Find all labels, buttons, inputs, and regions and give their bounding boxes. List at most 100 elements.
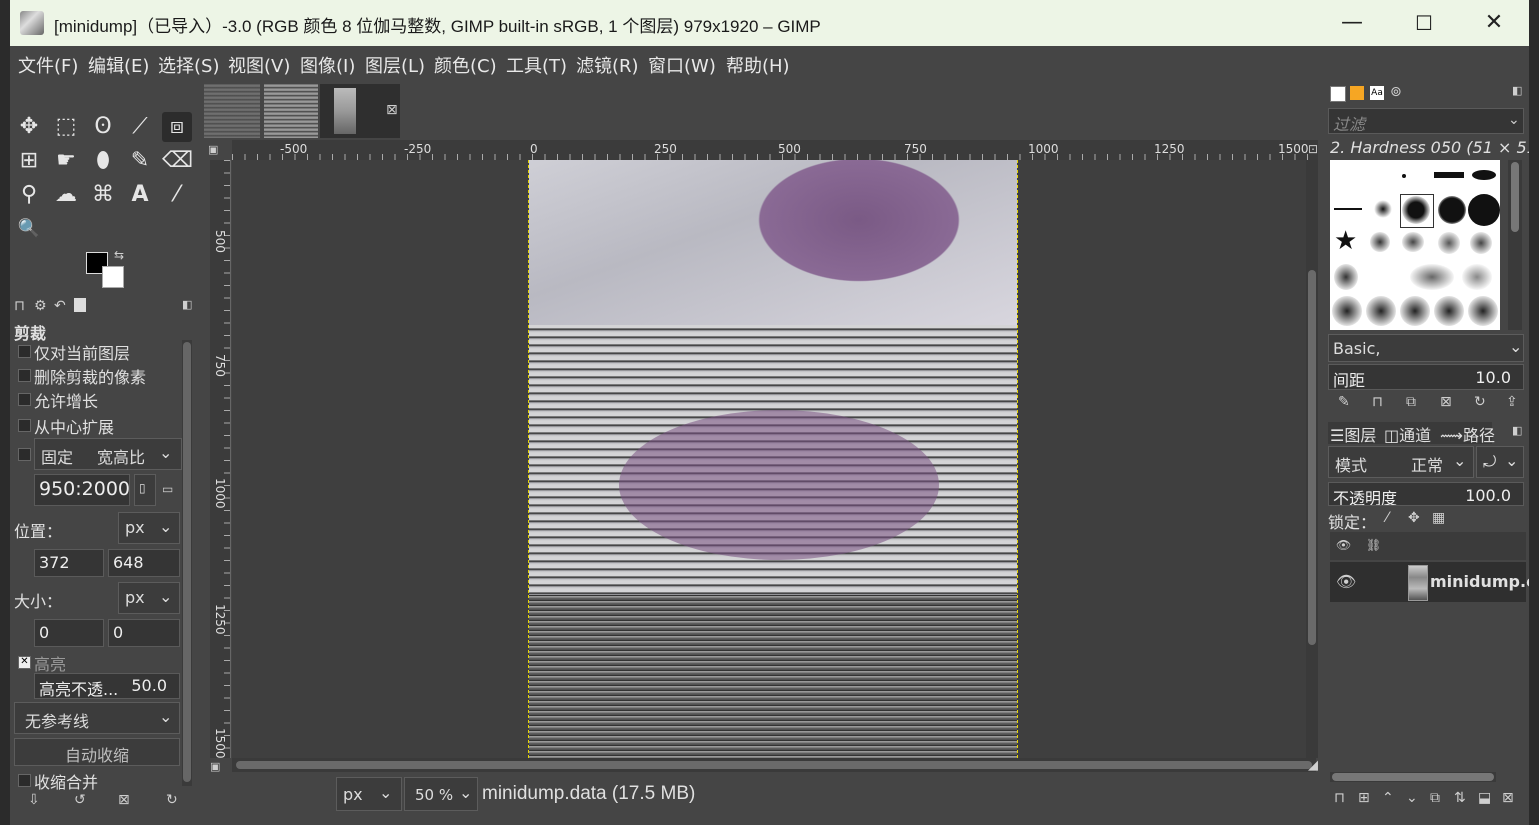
eye-icon[interactable]: 👁: [1336, 572, 1356, 591]
transform-tool-icon[interactable]: ⊞: [14, 146, 44, 176]
duplicate-layer-icon[interactable]: ⧉: [1430, 790, 1440, 806]
shrink-merged-checkbox[interactable]: [18, 774, 31, 787]
auto-shrink-button[interactable]: 自动收缩: [14, 738, 180, 766]
edit-brush-icon[interactable]: ✎: [1338, 394, 1350, 410]
image-canvas[interactable]: [232, 160, 1316, 758]
brush-filter-input[interactable]: 过滤: [1328, 108, 1524, 134]
menu-image[interactable]: 图像(I): [300, 52, 355, 78]
image-tab-2[interactable]: [264, 84, 318, 138]
brush-spacing-slider[interactable]: 间距 10.0: [1328, 364, 1524, 390]
undo-history-tab-icon[interactable]: ↶: [54, 298, 66, 314]
warp-tool-icon[interactable]: ☛: [51, 146, 81, 176]
fonts-tab-icon[interactable]: Aa: [1370, 86, 1384, 100]
open-brush-icon[interactable]: ⇪: [1506, 394, 1518, 410]
paths-tool-icon[interactable]: ⌘: [88, 180, 118, 210]
position-unit-dropdown[interactable]: px ⌄: [118, 512, 180, 544]
unit-dropdown[interactable]: px ⌄: [336, 777, 402, 811]
new-brush-icon[interactable]: ⊓: [1372, 394, 1383, 410]
delete-options-icon[interactable]: ⊠: [118, 792, 130, 808]
zoom-dropdown[interactable]: 50 % ⌄: [404, 777, 478, 811]
lasso-tool-icon[interactable]: ʘ: [88, 112, 118, 142]
menu-file[interactable]: 文件(F): [18, 52, 78, 78]
highlight-checkbox[interactable]: ✕: [18, 656, 31, 669]
crop-tool-icon[interactable]: ⧈: [162, 112, 192, 142]
menu-layer[interactable]: 图层(L): [365, 52, 425, 78]
size-height-input[interactable]: 0: [108, 619, 180, 647]
configure-tab-icon[interactable]: ◧: [1512, 84, 1522, 97]
device-status-tab-icon[interactable]: ⚙: [34, 298, 47, 314]
brush-grid-scrollbar[interactable]: [1508, 160, 1522, 330]
brush-category-dropdown[interactable]: Basic, ⌄: [1328, 334, 1524, 362]
delete-layer-icon[interactable]: ⊠: [1502, 790, 1514, 806]
fuzzy-select-tool-icon[interactable]: ⟋: [125, 112, 155, 142]
tab-layers[interactable]: ☰图层: [1330, 422, 1376, 446]
refresh-brushes-icon[interactable]: ↻: [1474, 394, 1486, 410]
patterns-tab-icon[interactable]: [1350, 86, 1364, 100]
size-unit-dropdown[interactable]: px ⌄: [118, 582, 180, 614]
layers-horizontal-scrollbar[interactable]: [1330, 772, 1496, 782]
menu-windows[interactable]: 窗口(W): [648, 52, 716, 78]
navigate-corner-icon[interactable]: ◢: [1308, 758, 1318, 773]
reset-options-icon[interactable]: ↻: [166, 792, 178, 808]
canvas-horizontal-scrollbar[interactable]: [232, 758, 1316, 772]
rect-select-tool-icon[interactable]: ⬚: [51, 112, 81, 142]
smudge-tool-icon[interactable]: ☁: [51, 180, 81, 210]
background-color-swatch[interactable]: [102, 266, 124, 288]
color-picker-tool-icon[interactable]: ⁄: [162, 180, 192, 210]
menu-select[interactable]: 选择(S): [158, 52, 219, 78]
configure-tab-icon[interactable]: ◧: [182, 298, 192, 311]
lower-layer-icon[interactable]: ⌄: [1406, 790, 1418, 806]
eraser-tool-icon[interactable]: ⌫: [162, 146, 193, 176]
maximize-button[interactable]: ☐: [1404, 8, 1444, 38]
fixed-aspect-dropdown[interactable]: 固定 宽高比 ⌄: [34, 438, 182, 470]
lock-pixels-icon[interactable]: ⁄: [1386, 510, 1388, 526]
menu-edit[interactable]: 编辑(E): [88, 52, 149, 78]
move-tool-icon[interactable]: ✥: [14, 112, 44, 142]
canvas-vertical-scrollbar[interactable]: [1306, 160, 1318, 758]
delete-cropped-checkbox[interactable]: [18, 369, 31, 382]
close-button[interactable]: ✕: [1474, 8, 1514, 38]
portrait-icon[interactable]: ▯: [134, 474, 156, 506]
brushes-tab-icon[interactable]: [1330, 86, 1346, 102]
delete-brush-icon[interactable]: ⊠: [1440, 394, 1452, 410]
layer-mask-icon[interactable]: ⬓: [1478, 790, 1491, 806]
fixed-checkbox[interactable]: [18, 448, 31, 461]
layer-opacity-slider[interactable]: 不透明度 100.0: [1328, 482, 1524, 506]
quick-mask-toggle-icon[interactable]: ▣: [208, 143, 218, 156]
images-tab-icon[interactable]: [74, 298, 86, 312]
expand-center-checkbox[interactable]: [18, 419, 31, 432]
highlight-opacity-slider[interactable]: 高亮不透... 50.0: [34, 673, 180, 699]
text-tool-icon[interactable]: A: [125, 180, 155, 210]
minimize-button[interactable]: —: [1332, 8, 1372, 38]
current-layer-only-checkbox[interactable]: [18, 345, 31, 358]
guides-dropdown[interactable]: 无参考线 ⌄: [14, 702, 180, 734]
raise-layer-icon[interactable]: ⌃: [1382, 790, 1394, 806]
position-y-input[interactable]: 648: [108, 549, 180, 577]
chevron-down-icon[interactable]: ⌄: [1508, 112, 1520, 128]
zoom-tool-icon[interactable]: 🔍: [14, 214, 44, 244]
menu-colors[interactable]: 颜色(C): [434, 52, 497, 78]
navigate-image-icon[interactable]: ▣: [210, 760, 220, 773]
position-x-input[interactable]: 372: [34, 549, 104, 577]
composite-mode-dropdown[interactable]: ⤾ ⌄: [1476, 446, 1524, 478]
new-layer-icon[interactable]: ⊓: [1334, 790, 1345, 806]
lock-position-icon[interactable]: ✥: [1408, 510, 1420, 526]
zoom-image-when-window-resizes-icon[interactable]: ⊡: [1308, 142, 1318, 156]
menu-view[interactable]: 视图(V): [228, 52, 290, 78]
image-tab-1[interactable]: [204, 84, 260, 138]
menu-tools[interactable]: 工具(T): [506, 52, 567, 78]
merge-layer-icon[interactable]: ⇅: [1454, 790, 1466, 806]
save-options-icon[interactable]: ⇩: [28, 792, 40, 808]
landscape-icon[interactable]: ▭: [162, 482, 173, 496]
restore-options-icon[interactable]: ↺: [74, 792, 86, 808]
paintbrush-tool-icon[interactable]: ✎: [125, 146, 155, 176]
brush-grid[interactable]: ★: [1330, 160, 1500, 330]
lock-alpha-icon[interactable]: ▦: [1432, 510, 1445, 526]
tool-options-tab-icon[interactable]: ⊓: [14, 298, 25, 314]
tab-paths[interactable]: ⟿路径: [1440, 422, 1495, 446]
tool-options-scrollbar[interactable]: [182, 340, 192, 786]
tab-channels[interactable]: ◫通道: [1384, 422, 1431, 446]
close-tab-icon[interactable]: ⊠: [386, 102, 398, 118]
aspect-ratio-input[interactable]: 950:2000: [34, 474, 130, 506]
size-width-input[interactable]: 0: [34, 619, 104, 647]
